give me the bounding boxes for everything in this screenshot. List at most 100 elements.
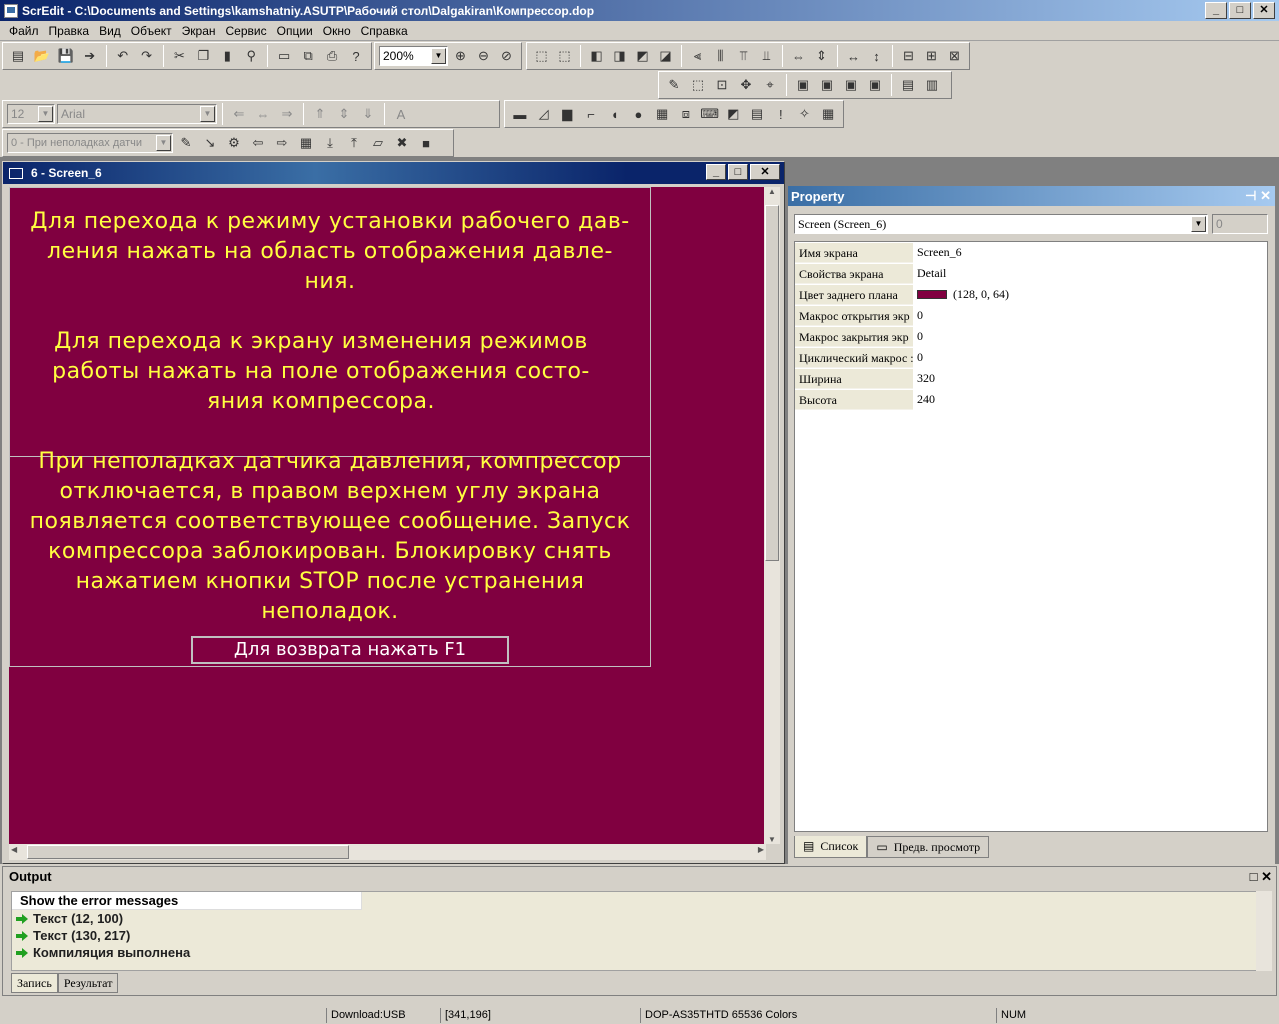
align-center-icon[interactable]: ⫼ [710,45,731,67]
property-value[interactable]: 0 [913,329,923,344]
property-row[interactable]: Свойства экрана Detail [795,263,1267,284]
picture-object-icon[interactable]: ⧈ [675,103,697,125]
film-icon[interactable]: ▦ [295,132,317,154]
property-value[interactable]: 0 [913,350,923,365]
zoom-in-icon[interactable]: ⊕ [450,45,471,67]
save-icon[interactable]: 💾 [55,45,77,67]
menu-view[interactable]: Вид [94,24,126,38]
output-scrollbar[interactable] [1256,891,1272,971]
screen-select[interactable]: 0 - При неполадках датчи ▼ [7,133,173,153]
redo-icon[interactable]: ↷ [136,45,158,67]
open-folder-icon[interactable]: 📂 [31,45,53,67]
macro-2-icon[interactable]: ↘ [199,132,221,154]
property-value[interactable]: Screen_6 [913,245,962,260]
prev-screen-icon[interactable]: ⇦ [247,132,269,154]
bar-object-icon[interactable]: ▆ [556,103,578,125]
minimize-button[interactable]: _ [1205,2,1227,19]
same-width-icon[interactable]: ↔ [843,45,864,67]
align-left-icon[interactable]: ⫷ [687,45,708,67]
export-icon[interactable]: ➔ [79,45,101,67]
menu-screen[interactable]: Экран [177,24,221,38]
editor-minimize-button[interactable]: _ [706,164,726,180]
align-text-center-icon[interactable]: ⇔ [252,103,274,125]
center-h-icon[interactable]: ⊟ [898,45,919,67]
scroll-right-icon[interactable]: ▶ [758,845,764,854]
align-bottom-icon[interactable]: ⫫ [756,45,777,67]
next-screen-icon[interactable]: ⇨ [271,132,293,154]
button-object-icon[interactable]: ▬ [509,103,531,125]
text-object-sensor-fault[interactable]: При неполадках датчика давления, компрес… [9,447,651,627]
macro-3-icon[interactable]: ⚙ [223,132,245,154]
property-row[interactable]: Макрос закрытия экр 0 [795,326,1267,347]
circle-object-icon[interactable]: ● [628,103,650,125]
stop-icon[interactable]: ■ [415,132,437,154]
find-icon[interactable]: ⚲ [240,45,262,67]
meter-object-icon[interactable]: ◿ [533,103,555,125]
help-icon[interactable]: ? [345,45,367,67]
zoom-out-icon[interactable]: ⊖ [473,45,494,67]
menu-object[interactable]: Объект [126,24,177,38]
screen-icon[interactable]: ▭ [273,45,295,67]
property-value[interactable]: 0 [913,308,923,323]
output-close-icon[interactable]: □ ✕ [1250,867,1272,887]
grid-object-icon[interactable]: ▦ [651,103,673,125]
bring-forward-icon[interactable]: ◩ [632,45,653,67]
center-v-icon[interactable]: ⊞ [921,45,942,67]
upload-icon[interactable]: ⤒ [343,132,365,154]
align-text-right-icon[interactable]: ⇒ [276,103,298,125]
layout-2-icon[interactable]: ▣ [816,74,838,96]
keypad-object-icon[interactable]: ▦ [817,103,839,125]
object-select[interactable]: Screen (Screen_6) ▼ [794,214,1208,234]
output-line[interactable]: Текст (130, 217) [12,927,1260,944]
input-object-icon[interactable]: ⌨ [699,103,721,125]
property-row[interactable]: Имя экрана Screen_6 [795,242,1267,263]
compile-icon[interactable]: ✖ [391,132,413,154]
property-row[interactable]: Циклический макрос :0 [795,347,1267,368]
zoom-select[interactable]: 200% ▼ [379,46,448,66]
editor-maximize-button[interactable]: □ [728,164,748,180]
property-value[interactable]: (128, 0, 64) [913,287,1009,302]
maximize-button[interactable]: □ [1229,2,1251,19]
cut-icon[interactable]: ✂ [169,45,191,67]
output-column-header[interactable]: Show the error messages [12,892,362,910]
distribute-v-icon[interactable]: ⇕ [811,45,832,67]
pen-icon[interactable]: ✎ [663,74,685,96]
horizontal-scrollbar[interactable]: ◀ ▶ [9,844,766,860]
scroll-left-icon[interactable]: ◀ [11,845,17,854]
same-height-icon[interactable]: ↕ [866,45,887,67]
move-icon[interactable]: ✥ [735,74,757,96]
table-object-icon[interactable]: ▤ [746,103,768,125]
send-backward-icon[interactable]: ◪ [655,45,676,67]
copy-icon[interactable]: ❐ [192,45,214,67]
align-top-icon[interactable]: ⫪ [733,45,754,67]
print-icon[interactable]: ⎙ [321,45,343,67]
distribute-h-icon[interactable]: ⇔ [788,45,809,67]
undo-icon[interactable]: ↶ [112,45,134,67]
output-line[interactable]: Текст (12, 100) [12,910,1260,927]
align-text-top-icon[interactable]: ⇑ [309,103,331,125]
ungroup-icon[interactable]: ⬚ [554,45,575,67]
property-value[interactable]: 320 [913,371,935,386]
menu-service[interactable]: Сервис [221,24,272,38]
graph-object-icon[interactable]: ◩ [722,103,744,125]
layout-4-icon[interactable]: ▣ [864,74,886,96]
tab-preview[interactable]: ▭ Предв. просмотр [867,836,990,858]
chevron-down-icon[interactable]: ▼ [430,48,446,64]
menu-help[interactable]: Справка [356,24,413,38]
output-line[interactable]: Компиляция выполнена [12,944,1260,961]
paste-icon[interactable]: ▮ [216,45,238,67]
lamp-object-icon[interactable]: ◖ [604,103,626,125]
layout-5-icon[interactable]: ▤ [897,74,919,96]
select-icon[interactable]: ⬚ [687,74,709,96]
layout-3-icon[interactable]: ▣ [840,74,862,96]
chevron-down-icon[interactable]: ▼ [156,135,171,151]
vertical-scrollbar[interactable]: ▲ ▼ [764,187,780,844]
zoom-reset-icon[interactable]: ⊘ [496,45,517,67]
open-screen-icon[interactable]: ⧉ [297,45,319,67]
screen-canvas[interactable]: Для перехода к режиму установки рабочего… [9,187,766,844]
macro-1-icon[interactable]: ✎ [175,132,197,154]
pipe-object-icon[interactable]: ⌐ [580,103,602,125]
send-back-icon[interactable]: ◨ [609,45,630,67]
font-name-select[interactable]: Arial ▼ [57,104,217,124]
scroll-thumb[interactable] [27,845,349,859]
